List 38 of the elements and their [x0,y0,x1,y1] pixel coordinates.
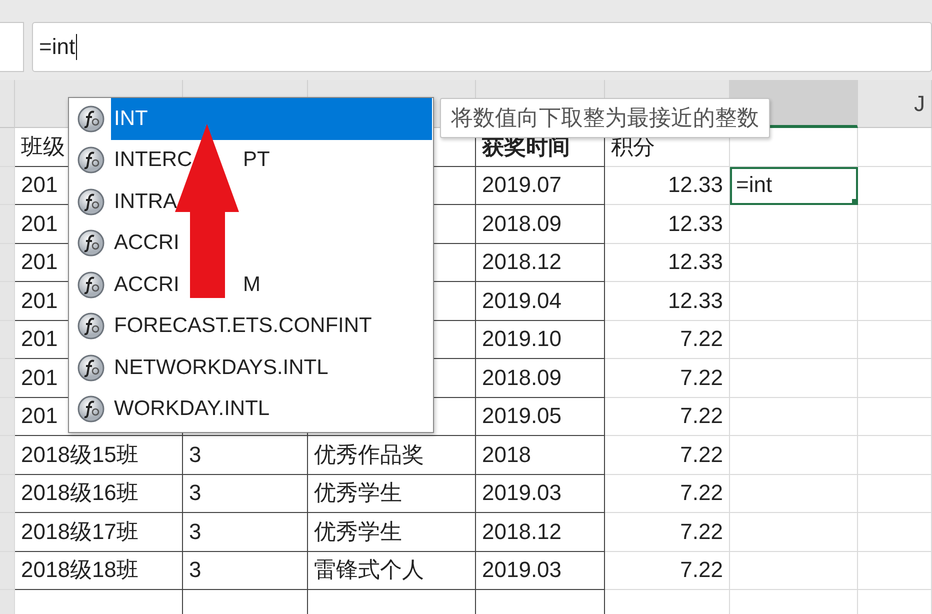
table-cell: 雷锋式个人 [308,552,476,590]
table-cell: 12.33 [605,205,730,244]
function-tooltip: 将数值向下取整为最接近的整数 [440,98,770,138]
table-cell: 12.33 [605,282,730,320]
table-cell: 2019.10 [476,320,605,359]
table-cell: 2018级16班 [15,474,183,513]
table-cell: 2018 [476,436,605,474]
table-cell: 3 [183,436,308,474]
table-cell: 优秀作品奖 [308,436,476,474]
table-cell: 2019.04 [476,282,605,320]
table-cell: 优秀学生 [308,513,476,552]
table-cell: 7.22 [605,320,730,359]
table-cell: 7.22 [605,436,730,474]
table-cell: 2019.03 [476,474,605,513]
table-cell: 2019.03 [476,552,605,590]
table-cell: 2018级17班 [15,513,183,552]
table-cell: 2018.12 [476,244,605,282]
table-cell: 7.22 [605,474,730,513]
table-cell: 优秀学生 [308,474,476,513]
table-cell: 3 [183,552,308,590]
table-cell: 2019.05 [476,398,605,436]
table-cell: 12.33 [605,244,730,282]
table-cell: 7.22 [605,398,730,436]
table-cell: 2019.07 [476,166,605,205]
table-cell: 2018级15班 [15,436,183,474]
table-cell: 2018级18班 [15,552,183,590]
function-name-end: PT [243,148,270,172]
table-cell: =int [730,166,858,205]
table-cell: 2018.09 [476,205,605,244]
table-cell: 3 [183,513,308,552]
table-cell: 7.22 [605,552,730,590]
table-cell: 2018.09 [476,359,605,398]
function-name-end: M [243,272,260,297]
table-cell: 12.33 [605,166,730,205]
table-cell: 7.22 [605,359,730,398]
table-cell: 2018.12 [476,513,605,552]
table-cell: 7.22 [605,513,730,552]
table-cell: 3 [183,474,308,513]
